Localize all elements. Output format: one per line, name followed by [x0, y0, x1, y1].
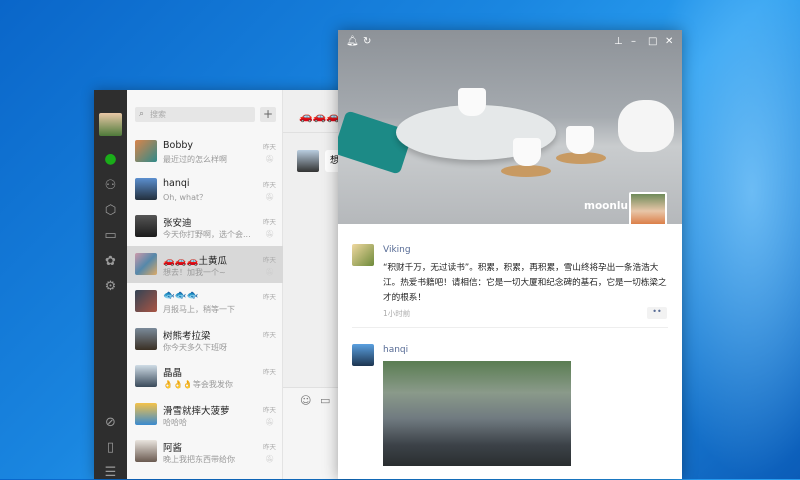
chat-name: 滑雪就摔大菠萝: [163, 405, 230, 417]
mute-icon: 🔕︎: [265, 230, 274, 238]
post-author[interactable]: Viking: [383, 245, 411, 255]
minimize-icon[interactable]: –: [631, 36, 636, 47]
chat-name: 阿酱: [163, 443, 183, 454]
menu-icon[interactable]: ☰: [103, 465, 118, 480]
search-icon: ⌕: [139, 109, 145, 119]
chat-time: 昨天: [263, 255, 276, 264]
folder-icon[interactable]: ▭: [320, 394, 330, 407]
mute-icon: 🔕︎: [265, 455, 274, 463]
chat-list-item[interactable]: 阿酱 晚上我把东西带给你 昨天 🔕︎: [127, 433, 283, 471]
avatar[interactable]: [297, 150, 319, 172]
avatar[interactable]: [352, 344, 374, 366]
post-author[interactable]: hanqi: [383, 345, 408, 355]
mute-icon: 🔕︎: [265, 155, 274, 163]
chat-title: 🚗🚗🚗: [299, 110, 341, 123]
cover-saucer: [501, 165, 551, 177]
search-placeholder: 搜索: [150, 110, 166, 119]
chat-last-message: 想去！加我一个~: [163, 267, 226, 277]
cover-image[interactable]: 🔔︎ ↻ ⊥ – □ ✕ moonlu: [338, 30, 682, 224]
post-text: “积财千万，无过读书”。积累，积累，再积累，雪山终将孕出一条浩浩大江。热爱书籍吧…: [383, 263, 667, 303]
chat-time: 昨天: [263, 218, 276, 226]
bell-icon[interactable]: 🔔︎: [346, 36, 359, 47]
moments-window: 🔔︎ ↻ ⊥ – □ ✕ moonlu Viking “积财千万，无过读书”。积…: [338, 30, 682, 479]
chat-list-item[interactable]: 张安迪 今天你打野啊，选个会... 昨天 🔕︎: [127, 208, 283, 246]
chat-last-message: 今天你打野啊，选个会...: [163, 230, 251, 239]
mute-icon: 🔕︎: [265, 267, 274, 276]
chat-icon[interactable]: ●: [103, 152, 118, 167]
chat-list-item[interactable]: 晶晶 👌👌👌等会我发你 昨天: [127, 358, 283, 396]
chat-time: 昨天: [263, 143, 276, 151]
chat-list-item[interactable]: 树熊考拉梁 你今天多久下班呀 昨天: [127, 321, 283, 359]
search-input[interactable]: ⌕ 搜索: [135, 107, 255, 122]
avatar[interactable]: [352, 244, 374, 266]
cube-icon[interactable]: ⬡: [103, 203, 118, 218]
chat-time: 昨天: [263, 368, 276, 376]
chat-name: 🐟🐟🐟: [163, 290, 199, 301]
chat-name: Bobby: [163, 140, 194, 151]
chat-last-message: 你今天多久下班呀: [163, 342, 227, 352]
settings-icon[interactable]: ⚙: [103, 279, 118, 294]
post-time: 1小时前: [383, 309, 411, 318]
chat-name: hanqi: [163, 177, 190, 189]
chat-name: 张安迪: [163, 218, 192, 229]
chat-list-item[interactable]: 🚗🚗🚗土黄瓜 想去！加我一个~ 昨天 🔕︎: [127, 245, 283, 283]
avatar: [135, 290, 157, 312]
chat-list-item[interactable]: 🐟🐟🐟 月报马上，稍等一下 昨天: [127, 283, 283, 321]
chat-name: 🚗🚗🚗土黄瓜: [163, 255, 227, 267]
chat-time: 昨天: [263, 293, 276, 301]
chat-time: 昨天: [263, 180, 276, 189]
avatar: [135, 177, 157, 200]
chat-list-item[interactable]: Bobby 最近过的怎么样啊 昨天 🔕︎: [127, 133, 283, 171]
chat-last-message: Oh, what？: [163, 192, 208, 202]
chat-name: 树熊考拉梁: [163, 330, 211, 342]
mini-program-icon[interactable]: ⊘: [103, 415, 118, 430]
owner-avatar[interactable]: [629, 192, 667, 224]
cover-cup: [513, 138, 541, 166]
emoji-icon[interactable]: ☺: [300, 394, 311, 407]
avatar: [135, 365, 157, 387]
chat-name: 晶晶: [163, 368, 183, 379]
chat-list: ⌕ 搜索 + Bobby 最近过的怎么样啊 昨天 🔕︎ hanqi Oh, what…: [127, 90, 283, 479]
chat-time: 昨天: [263, 330, 276, 339]
chat-last-message: 哈哈哈: [163, 417, 187, 427]
chat-last-message: 👌👌👌等会我发你: [163, 380, 233, 389]
wechat-main-window: ● ⚇ ⬡ ▭ ✿ ⚙ ⊘ ▯ ☰ ⌕ 搜索 + Bobby 最近过的怎么样啊 昨…: [94, 90, 354, 480]
contacts-icon[interactable]: ⚇: [103, 178, 118, 193]
pin-icon[interactable]: ⊥: [614, 36, 623, 47]
my-avatar[interactable]: [99, 113, 122, 136]
mute-icon: 🔕︎: [265, 192, 274, 201]
avatar: [135, 252, 157, 275]
mute-icon: 🔕︎: [265, 417, 274, 426]
avatar: [135, 215, 157, 237]
more-button[interactable]: ••: [647, 307, 667, 319]
divider: [352, 327, 668, 328]
close-icon[interactable]: ✕: [665, 36, 673, 47]
avatar: [135, 140, 157, 162]
chat-last-message: 月报马上，稍等一下: [163, 305, 235, 314]
owner-name: moonlu: [584, 200, 628, 212]
cover-teapot: [618, 100, 674, 152]
avatar: [135, 440, 157, 462]
maximize-icon[interactable]: □: [648, 36, 657, 47]
add-button[interactable]: +: [260, 107, 276, 122]
post-photo[interactable]: [383, 361, 571, 466]
nav-sidebar: ● ⚇ ⬡ ▭ ✿ ⚙ ⊘ ▯ ☰: [94, 90, 127, 480]
cover-cup: [458, 88, 486, 116]
chat-last-message: 最近过的怎么样啊: [163, 155, 227, 164]
chat-time: 昨天: [263, 405, 276, 414]
avatar: [135, 402, 157, 425]
chat-list-item[interactable]: hanqi Oh, what？ 昨天 🔕︎: [127, 171, 283, 209]
avatar: [135, 327, 157, 350]
cover-cup: [566, 126, 594, 154]
chat-list-item[interactable]: 滑雪就摔大菠萝 哈哈哈 昨天 🔕︎: [127, 396, 283, 434]
chat-time: 昨天: [263, 443, 276, 451]
folder-icon[interactable]: ▭: [103, 228, 118, 243]
phone-icon[interactable]: ▯: [103, 440, 118, 455]
chat-last-message: 晚上我把东西带给你: [163, 455, 235, 464]
refresh-icon[interactable]: ↻: [363, 36, 371, 47]
moments-icon[interactable]: ✿: [103, 254, 118, 269]
